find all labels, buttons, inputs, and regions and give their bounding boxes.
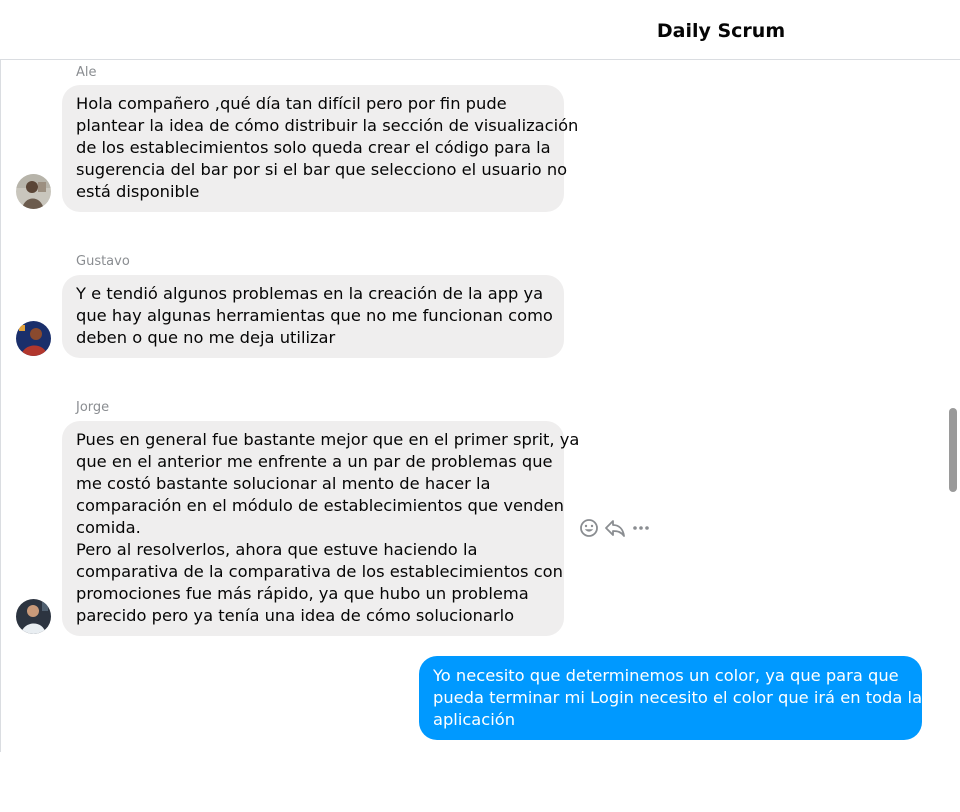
message-text-line: Y e tendió algunos problemas en la creac… bbox=[76, 284, 544, 303]
message-text-line: deben o que no me deja utilizar bbox=[76, 328, 336, 347]
message-text-line: está disponible bbox=[76, 182, 200, 201]
chat-title: Daily Scrum bbox=[656, 20, 786, 42]
message-text-line: Pues en general fue bastante mejor que e… bbox=[76, 430, 580, 449]
message-text-line: de los establecimientos solo queda crear… bbox=[76, 138, 551, 157]
react-icon[interactable] bbox=[578, 517, 600, 539]
message-text-line: comparativa de la comparativa de los est… bbox=[76, 562, 563, 581]
message-text-line: aplicación bbox=[433, 710, 516, 729]
message-text-line: comida. bbox=[76, 518, 141, 537]
avatar[interactable] bbox=[16, 599, 51, 634]
message-text-line: Hola compañero ,qué día tan difícil pero… bbox=[76, 94, 507, 113]
message-text-line: parecido pero ya tenía una idea de cómo … bbox=[76, 606, 515, 625]
message-text-line: Yo necesito que determinemos un color, y… bbox=[433, 666, 899, 685]
own-message-bubble[interactable]: Yo necesito que determinemos un color, y… bbox=[419, 656, 922, 740]
message-text-line: comparación en el módulo de establecimie… bbox=[76, 496, 564, 515]
message-list[interactable]: Ale Hola compañero ,qué día tan difícil … bbox=[0, 60, 960, 752]
chat-header: Daily Scrum bbox=[0, 0, 960, 60]
message-text-line: sugerencia del bar por si el bar que sel… bbox=[76, 160, 568, 179]
message-bubble[interactable]: Hola compañero ,qué día tan difícil pero… bbox=[62, 85, 579, 212]
message-text-line: que hay algunas herramientas que no me f… bbox=[76, 306, 553, 325]
message-text-line: que en el anterior me enfrente a un par … bbox=[76, 452, 553, 471]
message-text-line: Pero al resolverlos, ahora que estuve ha… bbox=[76, 540, 478, 559]
scrollbar[interactable] bbox=[946, 60, 960, 752]
message-text-line: me costó bastante solucionar al mento de… bbox=[76, 474, 491, 493]
message-text-line: promociones fue más rápido, ya que hubo … bbox=[76, 584, 529, 603]
message-bubble[interactable]: Pues en general fue bastante mejor que e… bbox=[62, 421, 580, 636]
more-icon[interactable] bbox=[630, 517, 652, 539]
scrollbar-thumb[interactable] bbox=[949, 408, 957, 492]
sender-name: Gustavo bbox=[76, 254, 130, 269]
blank-footer bbox=[0, 752, 960, 812]
avatar[interactable] bbox=[16, 174, 51, 209]
avatar[interactable] bbox=[16, 321, 51, 356]
message-text-line: pueda terminar mi Login necesito el colo… bbox=[433, 688, 923, 707]
reply-icon[interactable] bbox=[604, 517, 626, 539]
sender-name: Ale bbox=[76, 65, 97, 80]
sender-name: Jorge bbox=[76, 400, 110, 415]
message-bubble[interactable]: Y e tendió algunos problemas en la creac… bbox=[62, 275, 564, 358]
message-text-line: plantear la idea de cómo distribuir la s… bbox=[76, 116, 579, 135]
